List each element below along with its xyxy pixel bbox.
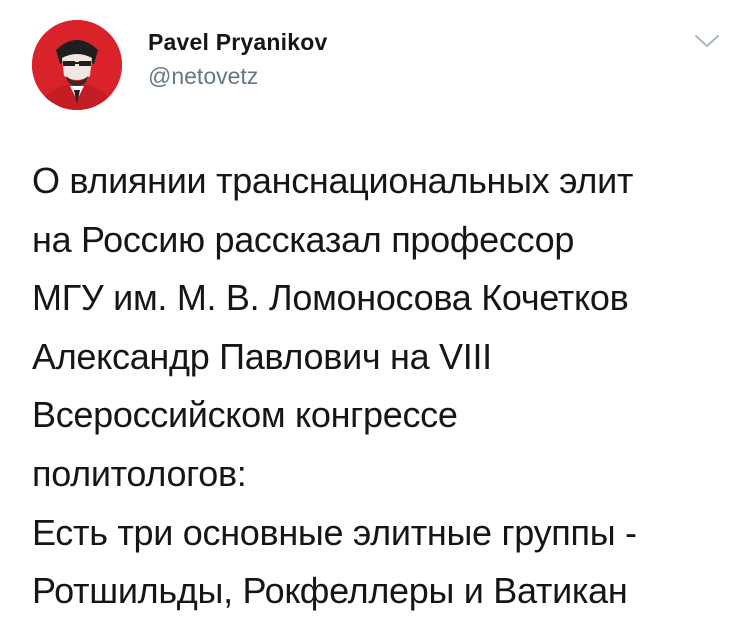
chevron-down-icon[interactable] bbox=[692, 26, 722, 56]
tweet-card: Pavel Pryanikov @netovetz О влиянии тран… bbox=[0, 0, 750, 632]
avatar-image bbox=[32, 20, 122, 110]
tweet-text: О влиянии транснациональных элит на Росс… bbox=[32, 160, 637, 612]
author-block[interactable]: Pavel Pryanikov @netovetz bbox=[148, 28, 327, 90]
author-handle[interactable]: @netovetz bbox=[148, 62, 327, 90]
author-display-name[interactable]: Pavel Pryanikov bbox=[148, 28, 327, 56]
avatar[interactable] bbox=[32, 20, 122, 110]
